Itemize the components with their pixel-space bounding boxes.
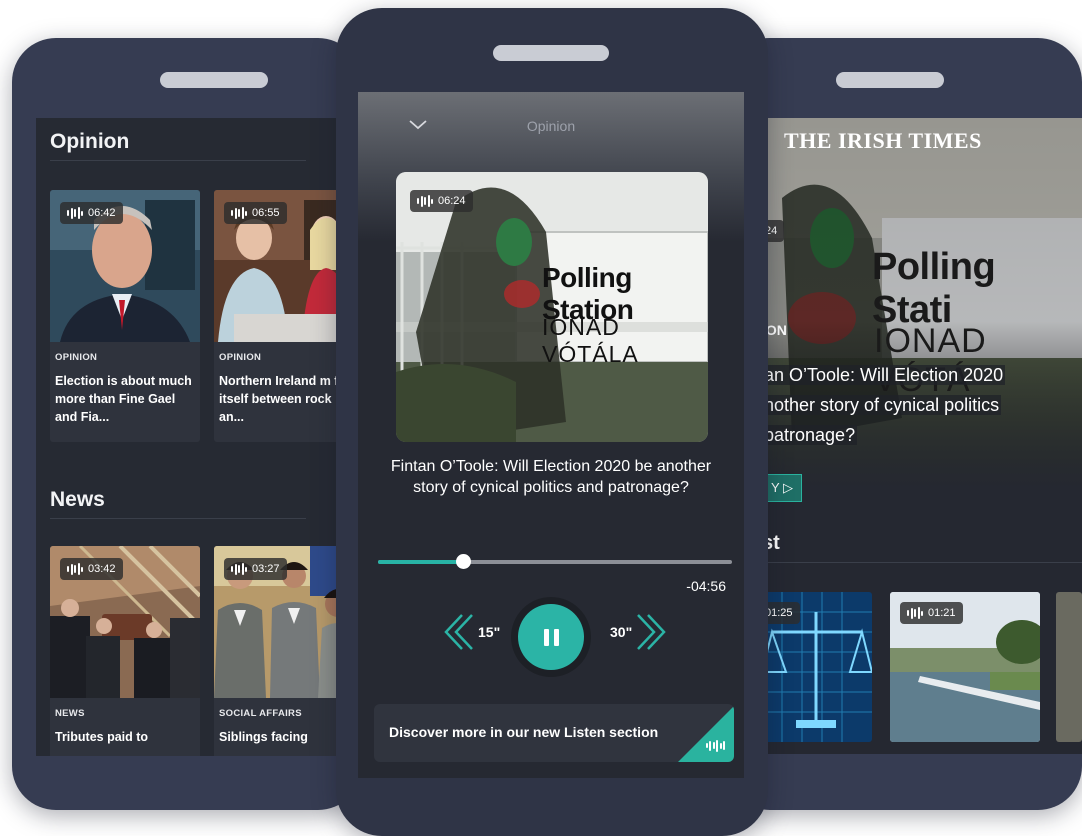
headline-line: patronage? (762, 425, 858, 445)
left-phone: Opinion 06:42 OPINION Election is about … (12, 38, 362, 810)
pause-button-ring (511, 597, 591, 677)
banner-corner-accent (678, 706, 734, 762)
section-divider (50, 160, 306, 161)
card-category: SOCIAL AFFAIRS (219, 708, 302, 719)
skip-forward-button[interactable]: 30" (610, 612, 668, 652)
phone-speaker (160, 72, 268, 88)
phone-speaker (836, 72, 944, 88)
duration-badge: 06:24 (410, 190, 473, 212)
duration-badge: 06:42 (60, 202, 123, 224)
double-chevron-right-icon (637, 614, 666, 650)
podcast-card[interactable]: 03:27 SOCIAL AFFAIRS Siblings facing (214, 546, 336, 756)
headline-line: nother story of cynical politics (762, 395, 1002, 415)
duration-badge: 03:27 (224, 558, 287, 580)
podcast-card[interactable]: 06:55 OPINION Northern Ireland m find it… (214, 190, 336, 442)
artwork-sign-text: IONAD VÓTÁLA (542, 314, 639, 367)
player-screen: Opinion Polling Station IONAD VÓTÁLA 06:… (358, 92, 744, 778)
podcast-card[interactable]: 06:42 OPINION Election is about much mor… (50, 190, 200, 442)
duration-text: 03:42 (88, 563, 116, 575)
player-header-title: Opinion (526, 118, 576, 134)
discover-listen-banner[interactable]: Discover more in our new Listen section (374, 704, 734, 762)
podcast-card[interactable]: 01:25 (762, 592, 872, 742)
podcast-card[interactable]: 03:42 NEWS Tributes paid to (50, 546, 200, 756)
duration-badge: 01:21 (900, 602, 963, 624)
card-category: NEWS (55, 708, 85, 719)
pause-button[interactable] (518, 604, 584, 670)
episode-title: Fintan O’Toole: Will Election 2020 be an… (390, 458, 712, 496)
progress-handle[interactable] (455, 554, 471, 569)
progress-fill (378, 560, 463, 564)
duration-badge: 06:55 (224, 202, 287, 224)
progress-slider[interactable] (378, 554, 732, 569)
double-chevron-left-icon (444, 614, 473, 650)
audio-wave-icon (231, 563, 247, 575)
discover-banner-text: Discover more in our new Listen section (389, 724, 659, 740)
audio-wave-icon (67, 563, 83, 575)
card-category: OPINION (55, 352, 98, 363)
remaining-time: -04:56 (686, 578, 726, 594)
section-title-opinion: Opinion (50, 130, 130, 153)
skip-back-button[interactable]: 15" (442, 612, 500, 652)
card-headline: Tributes paid to (55, 730, 149, 744)
audio-wave-icon (907, 607, 923, 619)
duration-text: 06:42 (88, 207, 116, 219)
duration-text: 06:24 (438, 195, 466, 207)
card-headline: Election is about much more than Fine Ga… (55, 374, 192, 424)
episode-artwork: Polling Station IONAD VÓTÁLA 06:24 (396, 172, 708, 442)
phone-speaker (493, 45, 609, 61)
card-headline: Northern Ireland m find itself between r… (219, 374, 336, 424)
section-divider (762, 562, 1082, 563)
audio-wave-icon (705, 735, 725, 753)
feature-screen: Polling Stati IONAD VÓTÁ THE IRISH TIMES… (762, 118, 1082, 754)
audio-wave-icon (417, 195, 433, 207)
podcast-card[interactable] (1056, 592, 1082, 742)
duration-text: 01:25 (765, 607, 793, 619)
card-category: OPINION (219, 352, 262, 363)
section-divider (50, 518, 306, 519)
center-phone: Opinion Polling Station IONAD VÓTÁLA 06:… (336, 8, 768, 836)
duration-badge: 03:42 (60, 558, 123, 580)
home-screen: Opinion 06:42 OPINION Election is about … (36, 118, 336, 756)
audio-wave-icon (67, 207, 83, 219)
card-headline: Siblings facing (219, 730, 308, 744)
masthead-logo: THE IRISH TIMES (784, 128, 982, 153)
skip-forward-label: 30" (610, 624, 633, 640)
right-phone: Polling Stati IONAD VÓTÁ THE IRISH TIMES… (726, 38, 1082, 810)
audio-wave-icon (231, 207, 247, 219)
headline-line: an O’Toole: Will Election 2020 (762, 365, 1006, 385)
section-title-news: News (50, 488, 105, 511)
skip-back-label: 15" (478, 624, 501, 640)
play-button[interactable]: Y ▷ (762, 474, 803, 502)
podcast-card[interactable]: 01:21 (890, 592, 1040, 742)
hero-headline: an O’Toole: Will Election 2020 nother st… (762, 360, 1062, 450)
pause-icon (541, 628, 561, 646)
hero-sign-text: Polling Stati (872, 246, 996, 331)
duration-text: 01:21 (928, 607, 956, 619)
duration-text: 06:55 (252, 207, 280, 219)
duration-text: 03:27 (252, 563, 280, 575)
